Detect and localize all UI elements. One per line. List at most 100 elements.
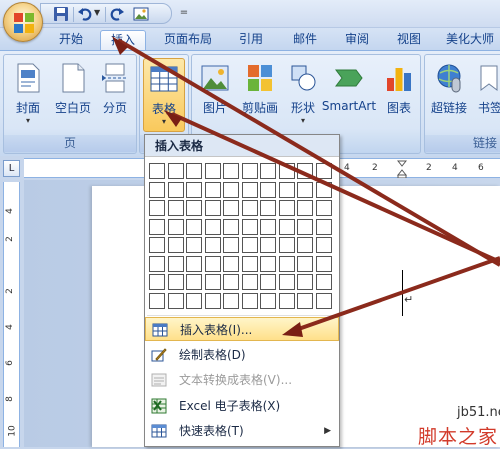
tab-stop-selector[interactable]: L [3,160,20,177]
grid-cell[interactable] [297,163,313,179]
grid-cell[interactable] [279,200,295,216]
grid-cell[interactable] [242,163,258,179]
grid-cell[interactable] [205,200,221,216]
grid-cell[interactable] [186,256,202,272]
grid-cell[interactable] [205,163,221,179]
grid-cell[interactable] [186,237,202,253]
grid-cell[interactable] [316,293,332,309]
grid-cell[interactable] [168,256,184,272]
chart-button[interactable]: 图表 [380,58,418,132]
grid-cell[interactable] [186,182,202,198]
grid-cell[interactable] [168,237,184,253]
grid-cell[interactable] [242,219,258,235]
grid-cell[interactable] [242,274,258,290]
quick-tables-item[interactable]: 快速表格(T) ▶ [145,419,339,443]
grid-cell[interactable] [242,256,258,272]
cover-page-button[interactable]: 封面 ▾ [8,58,48,132]
grid-cell[interactable] [260,200,276,216]
grid-cell[interactable] [223,200,239,216]
grid-cell[interactable] [297,182,313,198]
vertical-ruler[interactable]: 4 2 2 4 6 8 10 [3,182,20,447]
grid-cell[interactable] [186,163,202,179]
grid-cell[interactable] [168,219,184,235]
bookmark-button[interactable]: 书签 [473,58,500,132]
blank-page-button[interactable]: 空白页 [50,58,96,132]
grid-cell[interactable] [149,293,165,309]
grid-cell[interactable] [223,163,239,179]
office-button[interactable] [3,2,43,42]
redo-icon[interactable] [109,6,125,22]
grid-cell[interactable] [242,237,258,253]
table-button[interactable]: 表格 ▾ [143,58,185,132]
grid-cell[interactable] [149,256,165,272]
grid-cell[interactable] [149,274,165,290]
grid-cell[interactable] [223,237,239,253]
grid-cell[interactable] [316,256,332,272]
tab-page-layout[interactable]: 页面布局 [156,30,220,50]
grid-cell[interactable] [316,163,332,179]
grid-cell[interactable] [149,219,165,235]
picture-icon[interactable] [133,6,149,22]
indent-marker-icon[interactable] [397,160,407,178]
grid-cell[interactable] [205,219,221,235]
grid-cell[interactable] [316,182,332,198]
insert-table-item[interactable]: 插入表格(I)... [145,317,339,341]
grid-cell[interactable] [205,237,221,253]
grid-cell[interactable] [297,237,313,253]
undo-dropdown-icon[interactable]: ▼ [94,8,100,17]
text-to-table-item[interactable]: 文本转换成表格(V)... [145,368,339,392]
grid-cell[interactable] [279,274,295,290]
tab-home[interactable]: 开始 [50,30,92,50]
grid-cell[interactable] [279,219,295,235]
grid-cell[interactable] [168,274,184,290]
grid-cell[interactable] [186,219,202,235]
tab-references[interactable]: 引用 [230,30,272,50]
grid-cell[interactable] [260,293,276,309]
tab-mailings[interactable]: 邮件 [284,30,326,50]
grid-cell[interactable] [223,256,239,272]
grid-cell[interactable] [297,293,313,309]
grid-cell[interactable] [242,200,258,216]
grid-cell[interactable] [205,256,221,272]
tab-view[interactable]: 视图 [388,30,430,50]
grid-cell[interactable] [297,274,313,290]
clip-art-button[interactable]: 剪贴画 [236,58,284,132]
grid-cell[interactable] [260,163,276,179]
grid-cell[interactable] [149,200,165,216]
grid-cell[interactable] [149,182,165,198]
grid-cell[interactable] [279,293,295,309]
tab-beautify[interactable]: 美化大师 [440,30,500,50]
tab-insert[interactable]: 插入 [100,30,146,51]
grid-cell[interactable] [297,256,313,272]
excel-spreadsheet-item[interactable]: Excel 电子表格(X) [145,394,339,418]
page-break-button[interactable]: 分页 [96,58,134,132]
grid-cell[interactable] [205,293,221,309]
grid-cell[interactable] [149,163,165,179]
grid-cell[interactable] [242,293,258,309]
grid-cell[interactable] [223,274,239,290]
grid-cell[interactable] [279,163,295,179]
grid-cell[interactable] [205,274,221,290]
grid-cell[interactable] [316,219,332,235]
grid-cell[interactable] [242,182,258,198]
grid-cell[interactable] [205,182,221,198]
grid-cell[interactable] [223,182,239,198]
grid-cell[interactable] [279,182,295,198]
draw-table-item[interactable]: 绘制表格(D) [145,343,339,367]
grid-cell[interactable] [168,293,184,309]
customize-toolbar-icon[interactable]: = [176,4,192,22]
grid-cell[interactable] [186,274,202,290]
smartart-button[interactable]: SmartArt [320,58,378,132]
save-icon[interactable] [53,6,69,22]
grid-cell[interactable] [260,219,276,235]
grid-cell[interactable] [168,200,184,216]
grid-cell[interactable] [260,256,276,272]
grid-cell[interactable] [297,219,313,235]
grid-cell[interactable] [186,293,202,309]
grid-cell[interactable] [168,163,184,179]
grid-cell[interactable] [168,182,184,198]
grid-cell[interactable] [279,256,295,272]
grid-cell[interactable] [316,274,332,290]
grid-cell[interactable] [260,274,276,290]
shapes-button[interactable]: 形状 ▾ [286,58,320,132]
